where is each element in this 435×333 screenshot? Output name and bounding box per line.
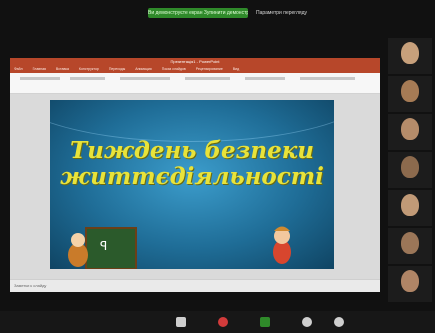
tab-slideshow[interactable]: Показ слайдов [162, 67, 186, 71]
tab-transitions[interactable]: Переходы [109, 67, 125, 71]
ppt-notes-bar[interactable]: Заметки к слайду [10, 279, 380, 292]
tab-view[interactable]: Вид [233, 67, 239, 71]
participant-tile[interactable] [388, 114, 432, 150]
ppt-ribbon-tabs: Файл Главная Вставка Конструктор Переход… [10, 66, 380, 73]
record-icon[interactable] [302, 317, 312, 327]
tab-home[interactable]: Главная [33, 67, 46, 71]
participant-tile[interactable] [388, 76, 432, 112]
participants-icon[interactable] [176, 317, 186, 327]
participant-tile[interactable] [388, 152, 432, 188]
tab-review[interactable]: Рецензирование [196, 67, 223, 71]
tab-design[interactable]: Конструктор [79, 67, 99, 71]
meeting-controls [0, 311, 435, 333]
chalk-drawing: ꟼ [100, 239, 107, 253]
slide-clipart: ꟼ [68, 226, 291, 269]
ppt-title-bar: Презентація1 - PowerPoint [10, 58, 380, 66]
slide-editor: Тиждень безпеки життєдіяльності ꟼ [10, 94, 380, 280]
participant-tile[interactable] [388, 190, 432, 226]
sharing-banner[interactable]: Ви демонструєте екран Зупинити демонстра… [148, 8, 248, 18]
share-screen-icon[interactable] [260, 317, 270, 327]
participant-tile[interactable] [388, 266, 432, 302]
participant-tile[interactable] [388, 38, 432, 74]
view-options-button[interactable]: Параметри перегляду [256, 8, 318, 18]
tab-animations[interactable]: Анимация [135, 67, 151, 71]
powerpoint-window: Презентація1 - PowerPoint Файл Главная В… [10, 58, 380, 292]
chalkboard-icon [85, 227, 137, 269]
chat-icon[interactable] [218, 317, 228, 327]
current-slide[interactable]: Тиждень безпеки життєдіяльності ꟼ [50, 100, 334, 269]
reactions-icon[interactable] [334, 317, 344, 327]
participant-tile[interactable] [388, 228, 432, 264]
tab-insert[interactable]: Вставка [56, 67, 69, 71]
tab-file[interactable]: Файл [14, 67, 23, 71]
ppt-ribbon[interactable] [10, 73, 380, 94]
zoom-screen-share: Ви демонструєте екран Зупинити демонстра… [0, 0, 435, 333]
participant-list [388, 38, 432, 304]
